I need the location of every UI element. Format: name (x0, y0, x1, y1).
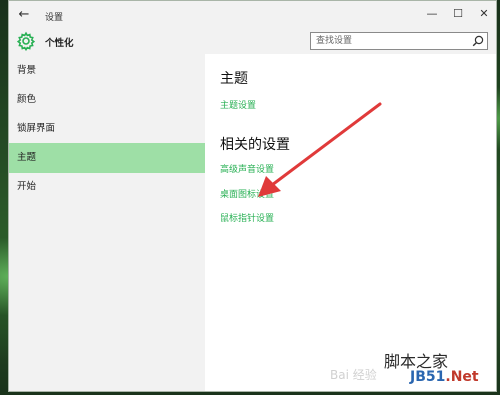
settings-window: ← 设置 — ☐ ✕ 个性化 背景 颜色 锁屏界面 主题 开始 主题 主题设置 (8, 0, 497, 392)
baidu-watermark: Bai 经验 (330, 368, 377, 382)
back-arrow-icon[interactable]: ← (15, 7, 33, 23)
search-box[interactable] (310, 32, 488, 50)
sidebar-item-lock-screen[interactable]: 锁屏界面 (9, 114, 205, 144)
maximize-icon[interactable]: ☐ (449, 6, 467, 22)
watermark-site: JB51.Net (410, 369, 479, 385)
title-bar: ← 设置 — ☐ ✕ (9, 1, 496, 30)
watermark-site-tld: .Net (445, 369, 479, 385)
watermark-site-name: JB51 (410, 369, 446, 385)
close-icon[interactable]: ✕ (475, 6, 493, 22)
desktop-icon-settings-link[interactable]: 桌面图标设置 (220, 187, 274, 200)
page-header: 个性化 (9, 30, 496, 54)
main-content: 主题 主题设置 相关的设置 高级声音设置 桌面图标设置 鼠标指针设置 (205, 54, 496, 391)
sidebar-item-background[interactable]: 背景 (9, 56, 205, 86)
page-title: 个性化 (45, 38, 74, 49)
search-icon[interactable] (472, 35, 484, 47)
mouse-pointer-settings-link[interactable]: 鼠标指针设置 (220, 211, 274, 224)
gear-icon (16, 31, 36, 51)
sidebar-item-themes[interactable]: 主题 (9, 143, 205, 173)
window-title: 设置 (45, 13, 64, 23)
sidebar: 背景 颜色 锁屏界面 主题 开始 (9, 54, 205, 391)
section-heading-themes: 主题 (220, 71, 248, 87)
search-input[interactable] (316, 35, 461, 47)
minimize-icon[interactable]: — (423, 6, 441, 22)
sidebar-item-start[interactable]: 开始 (9, 172, 205, 202)
section-heading-related: 相关的设置 (220, 137, 290, 153)
sidebar-item-colors[interactable]: 颜色 (9, 85, 205, 115)
theme-settings-link[interactable]: 主题设置 (220, 98, 256, 111)
advanced-sound-settings-link[interactable]: 高级声音设置 (220, 162, 274, 175)
